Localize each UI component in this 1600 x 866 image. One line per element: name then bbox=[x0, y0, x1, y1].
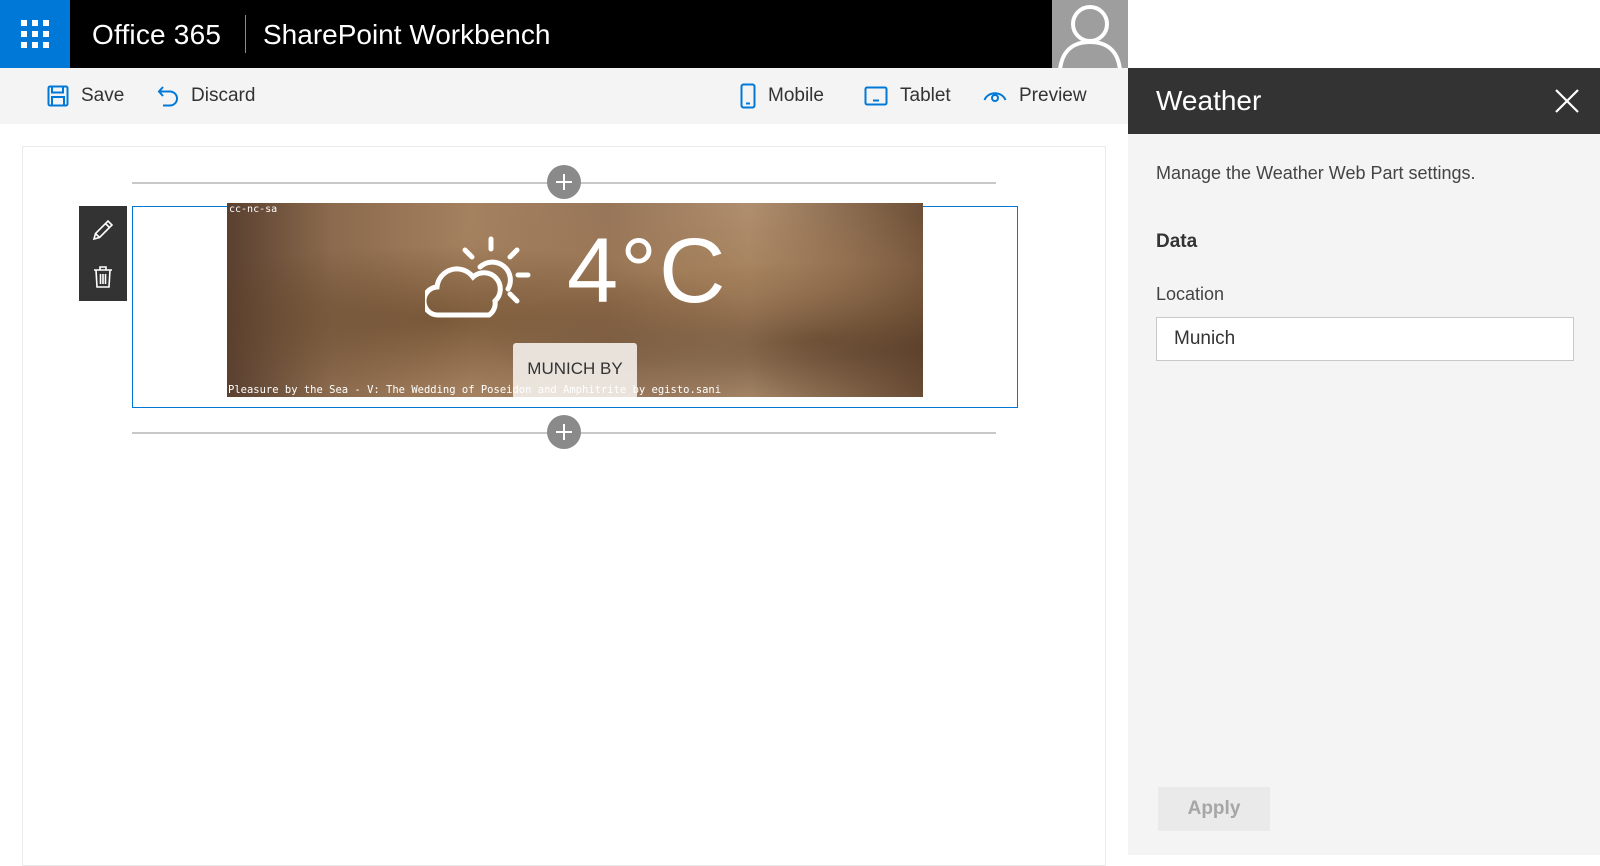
suite-bar: Office 365 SharePoint Workbench bbox=[0, 0, 1128, 68]
image-credit: Pleasure by the Sea - V: The Wedding of … bbox=[228, 384, 722, 396]
trash-icon bbox=[94, 265, 112, 288]
mobile-icon bbox=[740, 83, 756, 109]
property-pane-description: Manage the Weather Web Part settings. bbox=[1156, 163, 1476, 183]
license-credit: cc-nc-sa bbox=[229, 204, 278, 215]
edit-webpart-button[interactable] bbox=[79, 206, 127, 253]
eye-icon bbox=[983, 92, 1007, 102]
save-label: Save bbox=[81, 85, 125, 106]
property-pane-header: Weather bbox=[1128, 68, 1600, 134]
preview-button[interactable]: Preview bbox=[983, 68, 1087, 124]
command-bar: Save Discard Mobile Tablet Preview bbox=[0, 68, 1128, 124]
add-webpart-button-bottom[interactable] bbox=[547, 415, 581, 449]
mobile-button[interactable]: Mobile bbox=[740, 68, 824, 124]
user-avatar[interactable] bbox=[1052, 0, 1128, 68]
pencil-icon bbox=[92, 219, 114, 240]
delete-webpart-button[interactable] bbox=[79, 253, 127, 300]
plus-icon bbox=[556, 424, 572, 440]
plus-icon bbox=[556, 174, 572, 190]
close-icon[interactable] bbox=[1554, 88, 1580, 114]
discard-button[interactable]: Discard bbox=[157, 68, 255, 124]
tablet-button[interactable]: Tablet bbox=[864, 68, 951, 124]
app-name: SharePoint Workbench bbox=[263, 19, 551, 50]
property-pane-title: Weather bbox=[1156, 85, 1262, 116]
tablet-label: Tablet bbox=[900, 85, 951, 106]
webpart-toolbox bbox=[79, 206, 127, 301]
location-input[interactable] bbox=[1156, 317, 1574, 361]
preview-label: Preview bbox=[1019, 85, 1087, 106]
temperature-value: 4°C bbox=[567, 220, 728, 322]
app-launcher-button[interactable] bbox=[0, 0, 70, 68]
top-right-blank bbox=[1128, 0, 1600, 68]
add-webpart-button-top[interactable] bbox=[547, 165, 581, 199]
property-group-title: Data bbox=[1156, 231, 1198, 252]
partly-cloudy-icon bbox=[425, 236, 531, 318]
undo-icon bbox=[157, 86, 178, 107]
discard-label: Discard bbox=[191, 85, 256, 106]
location-field-label: Location bbox=[1156, 284, 1225, 304]
waffle-icon bbox=[21, 20, 49, 48]
brand-title[interactable]: Office 365 bbox=[92, 0, 221, 68]
save-button[interactable]: Save bbox=[47, 68, 124, 124]
apply-button[interactable]: Apply bbox=[1158, 787, 1270, 831]
weather-webpart[interactable]: cc-nc-sa 4°C MUNICH BY Pleasure by the S… bbox=[227, 203, 923, 397]
mobile-label: Mobile bbox=[768, 85, 824, 106]
tablet-icon bbox=[864, 86, 888, 106]
user-icon bbox=[1058, 5, 1122, 68]
save-icon bbox=[47, 85, 69, 107]
brand-divider bbox=[245, 15, 246, 53]
property-pane: Weather Manage the Weather Web Part sett… bbox=[1128, 68, 1600, 855]
